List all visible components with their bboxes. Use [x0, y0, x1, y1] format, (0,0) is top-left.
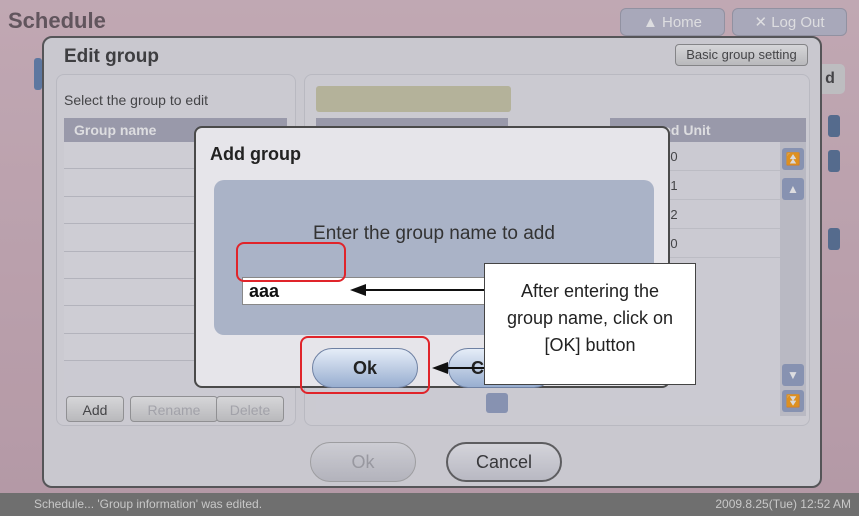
ok-arrowhead [432, 362, 448, 374]
annotation-arrows [350, 284, 484, 374]
callout-line: group name, click on [506, 308, 674, 328]
input-arrowhead [350, 284, 366, 296]
instruction-callout: After entering the group name, click on … [484, 263, 696, 385]
status-message: Schedule... 'Group information' was edit… [34, 497, 263, 511]
status-datetime: 2009.8.25(Tue) 12:52 AM [715, 497, 851, 511]
callout-line: After entering the [520, 281, 660, 301]
status-bar: Schedule... 'Group information' was edit… [0, 493, 859, 516]
callout-line: [OK] button [544, 335, 636, 355]
